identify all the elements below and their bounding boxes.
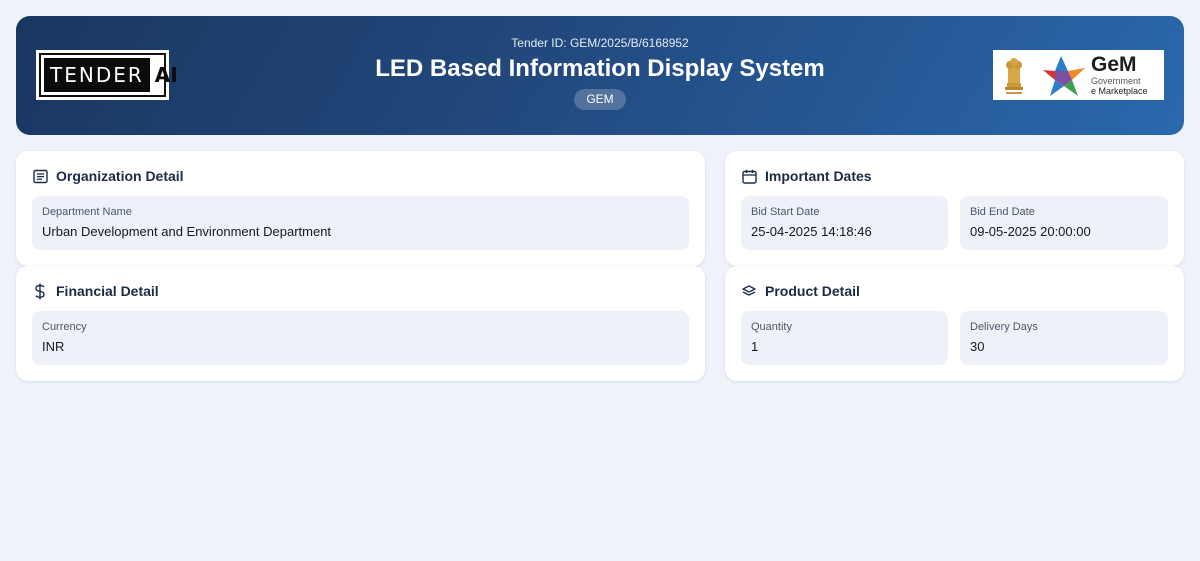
gem-star-icon (1043, 56, 1085, 96)
department-name-label: Department Name (42, 206, 132, 218)
product-detail-card: Product Detail Quantity 1 Delivery Days … (725, 266, 1184, 381)
quantity-label: Quantity (751, 321, 792, 333)
organization-detail-title: Organization Detail (56, 168, 184, 184)
calendar-icon (741, 168, 757, 184)
gem-marketplace: e Marketplace (1091, 86, 1148, 96)
financial-detail-header: Financial Detail (32, 282, 159, 300)
delivery-days-field: Delivery Days 30 (960, 311, 1168, 365)
department-name-value: Urban Development and Environment Depart… (42, 224, 332, 239)
quantity-field: Quantity 1 (741, 311, 948, 365)
gem-name: GeM (1091, 53, 1137, 76)
important-dates-header: Important Dates (741, 167, 872, 185)
currency-value: INR (42, 339, 65, 354)
bid-end-date-label: Bid End Date (970, 206, 1035, 218)
currency-label: Currency (42, 321, 87, 333)
national-emblem-icon (1005, 58, 1023, 94)
delivery-days-value: 30 (970, 339, 985, 354)
bid-end-date-value: 09-05-2025 20:00:00 (970, 224, 1091, 239)
delivery-days-label: Delivery Days (970, 321, 1038, 333)
tender-header: TENDER AI Tender ID: GEM/2025/B/6168952 … (16, 16, 1184, 135)
gem-logo[interactable]: GeM Government e Marketplace (993, 50, 1164, 100)
product-detail-title: Product Detail (765, 283, 860, 299)
financial-detail-title: Financial Detail (56, 283, 159, 299)
bid-start-date-field: Bid Start Date 25-04-2025 14:18:46 (741, 196, 948, 250)
organization-detail-header: Organization Detail (32, 167, 184, 185)
gem-wordmark: GeM Government e Marketplace (1091, 54, 1148, 96)
bid-start-date-value: 25-04-2025 14:18:46 (751, 224, 872, 239)
financial-detail-card: Financial Detail Currency INR (16, 266, 705, 381)
organization-detail-card: Organization Detail Department Name Urba… (16, 151, 705, 266)
layers-icon (741, 283, 757, 299)
important-dates-title: Important Dates (765, 168, 872, 184)
important-dates-card: Important Dates Bid Start Date 25-04-202… (725, 151, 1184, 266)
document-list-icon (32, 168, 48, 184)
source-badge: GEM (574, 89, 626, 110)
quantity-value: 1 (751, 339, 759, 354)
currency-field: Currency INR (32, 311, 689, 365)
product-detail-header: Product Detail (741, 282, 860, 300)
gem-government: Government (1091, 76, 1141, 86)
tender-id: Tender ID: GEM/2025/B/6168952 (511, 36, 689, 50)
dollar-icon (32, 283, 48, 299)
bid-end-date-field: Bid End Date 09-05-2025 20:00:00 (960, 196, 1168, 250)
department-name-field: Department Name Urban Development and En… (32, 196, 689, 250)
bid-start-date-label: Bid Start Date (751, 206, 820, 218)
